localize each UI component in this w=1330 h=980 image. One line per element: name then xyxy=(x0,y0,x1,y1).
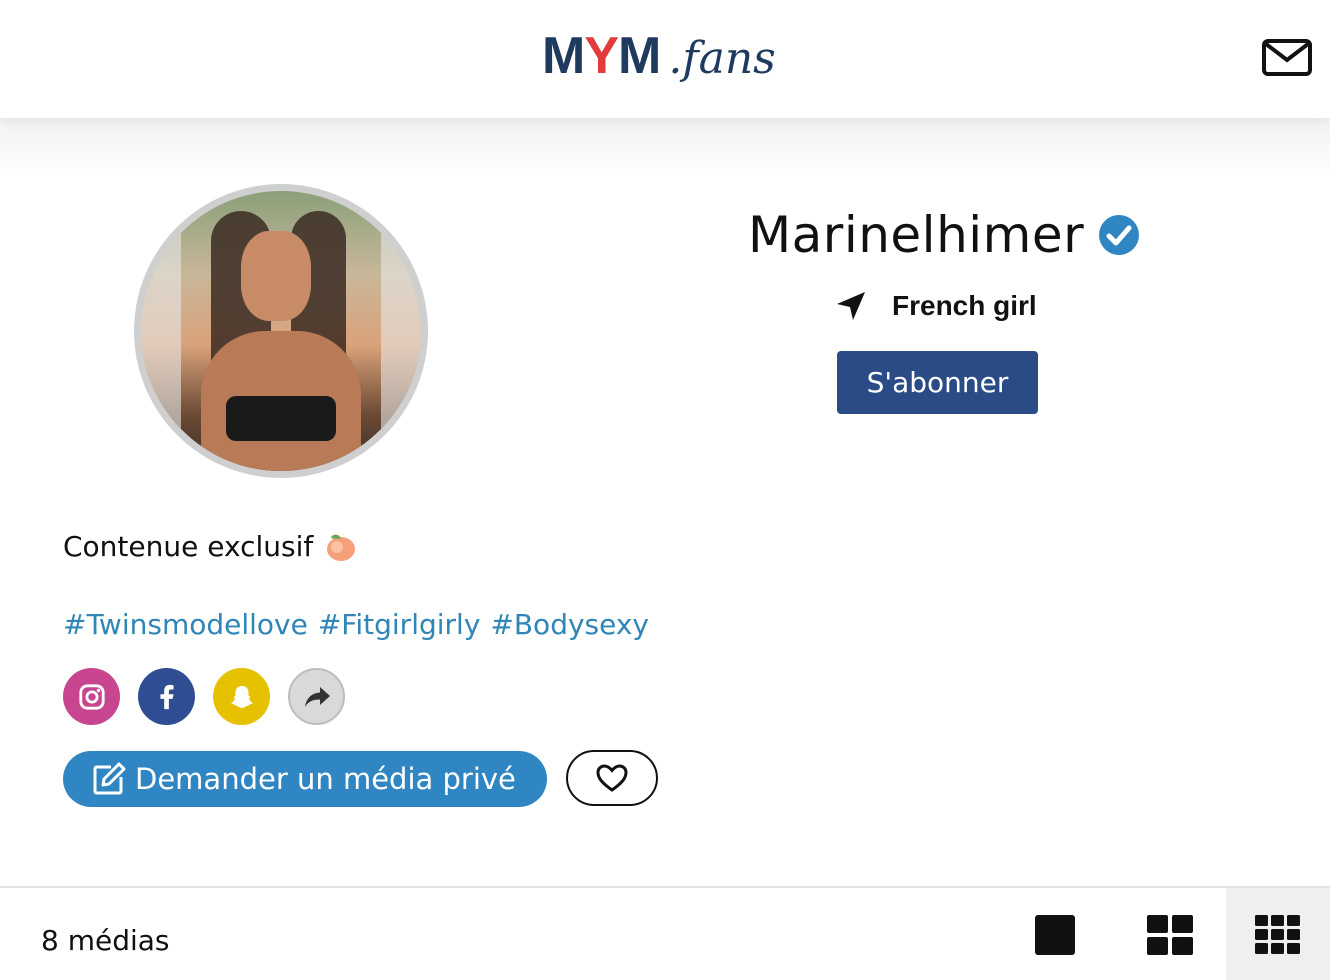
top-header: MYM .fans xyxy=(0,0,1330,118)
hashtag-link[interactable]: #Fitgirlgirly xyxy=(318,608,481,641)
facebook-button[interactable] xyxy=(138,668,195,725)
verified-badge-icon xyxy=(1099,215,1140,255)
single-view-icon xyxy=(1035,915,1075,955)
logo-fans-text: .fans xyxy=(668,33,776,84)
bio-text: Contenue exclusif xyxy=(63,529,314,563)
grid-2x2-view-button[interactable] xyxy=(1118,888,1222,980)
grid-3x3-icon xyxy=(1255,915,1300,954)
grid-3x3-view-button[interactable] xyxy=(1226,888,1330,980)
profile-avatar xyxy=(134,184,428,478)
snapchat-icon xyxy=(230,685,253,708)
subscribe-button[interactable]: S'abonner xyxy=(837,351,1038,414)
hashtag-link[interactable]: #Bodysexy xyxy=(490,608,649,641)
peach-emoji-icon xyxy=(327,534,356,561)
profile-location: French girl xyxy=(892,290,1037,321)
favorite-button[interactable] xyxy=(566,750,658,806)
media-count: 8 médias xyxy=(41,924,170,957)
share-icon xyxy=(304,686,330,707)
share-button[interactable] xyxy=(288,668,345,725)
facebook-icon xyxy=(159,684,174,709)
location-arrow-icon xyxy=(837,292,865,320)
social-links xyxy=(63,668,363,725)
heart-icon xyxy=(596,764,628,792)
request-private-media-label: Demander un média privé xyxy=(135,762,516,796)
profile-location-row: French girl xyxy=(836,286,1037,326)
profile-hashtags: #Twinsmodellove #Fitgirlgirly #Bodysexy xyxy=(63,604,659,644)
profile-name-row: Marinelhimer xyxy=(748,200,1140,270)
hashtag-link[interactable]: #Twinsmodellove xyxy=(63,608,308,641)
snapchat-button[interactable] xyxy=(213,668,270,725)
messages-button[interactable] xyxy=(1262,38,1312,78)
request-private-media-button[interactable]: Demander un média privé xyxy=(63,751,547,807)
logo-mym-text: MYM xyxy=(542,27,661,85)
single-view-button[interactable] xyxy=(1003,888,1107,980)
instagram-icon xyxy=(78,683,105,710)
mym-fans-logo[interactable]: MYM .fans xyxy=(542,28,776,84)
grid-2x2-icon xyxy=(1147,915,1193,955)
envelope-icon xyxy=(1262,39,1312,76)
profile-username: Marinelhimer xyxy=(748,206,1085,264)
avatar-photo xyxy=(141,191,421,471)
instagram-button[interactable] xyxy=(63,668,120,725)
profile-bio: Contenue exclusif xyxy=(63,524,357,568)
edit-icon xyxy=(93,762,126,795)
gallery-toolbar: 8 médias xyxy=(0,886,1330,980)
profile-background-band xyxy=(0,118,1330,178)
